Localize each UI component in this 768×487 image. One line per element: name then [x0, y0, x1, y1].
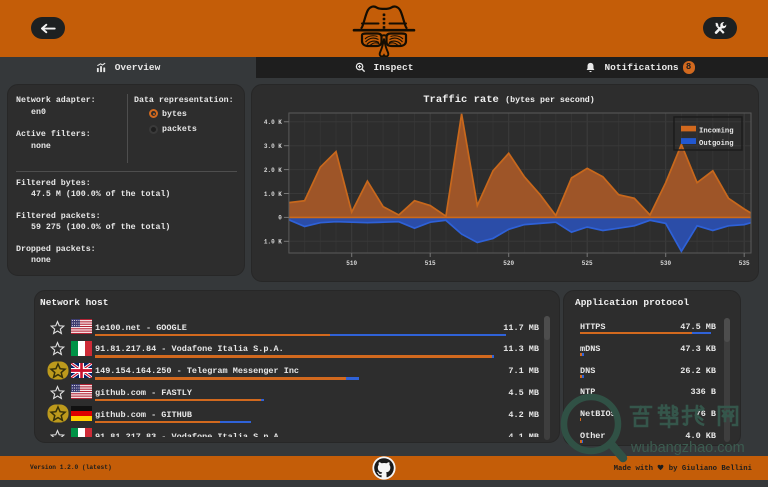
svg-text:515: 515: [425, 260, 436, 267]
svg-text:3.0 K: 3.0 K: [264, 143, 282, 150]
svg-text:0: 0: [278, 215, 282, 222]
svg-text:2.0 K: 2.0 K: [264, 167, 282, 174]
svg-text:1.0 K: 1.0 K: [264, 239, 282, 246]
svg-text:520: 520: [503, 260, 514, 267]
svg-text:530: 530: [660, 260, 671, 267]
svg-text:Outgoing: Outgoing: [699, 140, 734, 148]
svg-text:525: 525: [582, 260, 593, 267]
svg-text:510: 510: [346, 260, 357, 267]
svg-text:Traffic rate (bytes per second: Traffic rate (bytes per second): [423, 94, 595, 106]
svg-text:Incoming: Incoming: [699, 128, 734, 136]
svg-text:wubangzhao.com: wubangzhao.com: [630, 440, 745, 456]
svg-text:1.0 K: 1.0 K: [264, 191, 282, 198]
svg-text:4.0 K: 4.0 K: [264, 119, 282, 126]
svg-text:535: 535: [739, 260, 750, 267]
